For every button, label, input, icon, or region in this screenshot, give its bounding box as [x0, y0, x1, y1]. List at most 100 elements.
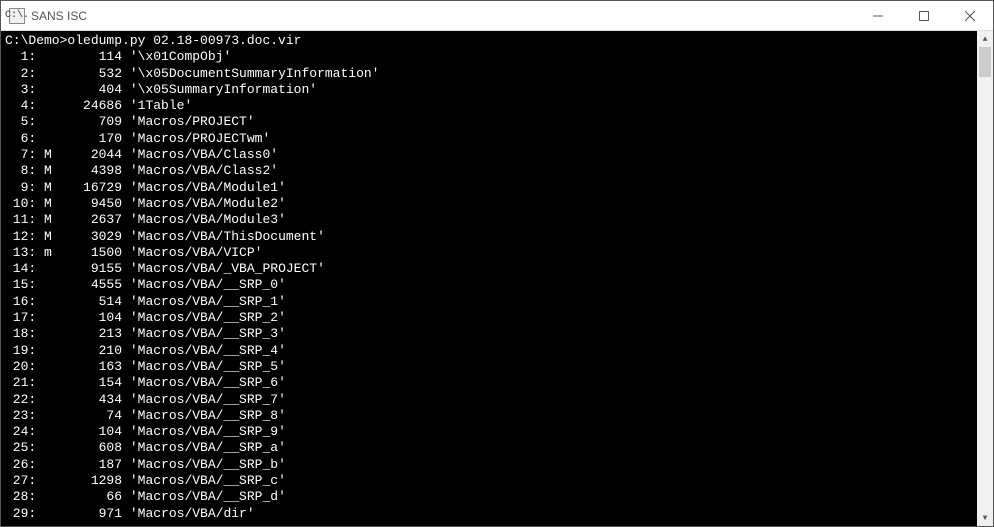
- row-flag: [44, 294, 60, 309]
- row-index: 21:: [5, 375, 44, 390]
- row-streamname: 'Macros/VBA/__SRP_4': [130, 343, 286, 358]
- row-streamname: 'Macros/VBA/VICP': [130, 245, 263, 260]
- row-index: 3:: [5, 82, 44, 97]
- row-flag: [44, 506, 60, 521]
- row-index: 6:: [5, 131, 44, 146]
- row-size: 709: [60, 114, 130, 129]
- row-streamname: 'Macros/VBA/Class2': [130, 163, 278, 178]
- row-flag: [44, 375, 60, 390]
- row-index: 19:: [5, 343, 44, 358]
- minimize-button[interactable]: [855, 1, 901, 30]
- row-size: 3029: [60, 229, 130, 244]
- output-row: 22: 434 'Macros/VBA/__SRP_7': [5, 392, 973, 408]
- scroll-down-arrow[interactable]: ▼: [977, 510, 993, 526]
- prompt: C:\Demo>: [5, 33, 67, 48]
- titlebar[interactable]: C:\. SANS ISC: [1, 1, 993, 31]
- row-streamname: '\x01CompObj': [130, 49, 231, 64]
- row-size: 4555: [60, 277, 130, 292]
- row-index: 22:: [5, 392, 44, 407]
- output-row: 21: 154 'Macros/VBA/__SRP_6': [5, 375, 973, 391]
- row-size: 9450: [60, 196, 130, 211]
- row-index: 16:: [5, 294, 44, 309]
- row-index: 12:: [5, 229, 44, 244]
- output-row: 17: 104 'Macros/VBA/__SRP_2': [5, 310, 973, 326]
- scrollbar-thumb[interactable]: [979, 47, 991, 77]
- row-size: 16729: [60, 180, 130, 195]
- output-row: 4: 24686 '1Table': [5, 98, 973, 114]
- output-row: 18: 213 'Macros/VBA/__SRP_3': [5, 326, 973, 342]
- row-flag: [44, 359, 60, 374]
- row-size: 514: [60, 294, 130, 309]
- row-size: 163: [60, 359, 130, 374]
- row-index: 15:: [5, 277, 44, 292]
- row-streamname: 'Macros/VBA/__SRP_c': [130, 473, 286, 488]
- row-index: 5:: [5, 114, 44, 129]
- output-row: 3: 404 '\x05SummaryInformation': [5, 82, 973, 98]
- row-streamname: 'Macros/VBA/__SRP_0': [130, 277, 286, 292]
- output-row: 25: 608 'Macros/VBA/__SRP_a': [5, 440, 973, 456]
- row-streamname: 'Macros/VBA/__SRP_3': [130, 326, 286, 341]
- row-index: 1:: [5, 49, 44, 64]
- output-row: 1: 114 '\x01CompObj': [5, 49, 973, 65]
- row-size: 1298: [60, 473, 130, 488]
- row-size: 434: [60, 392, 130, 407]
- row-index: 4:: [5, 98, 44, 113]
- maximize-button[interactable]: [901, 1, 947, 30]
- output-row: 9: M 16729 'Macros/VBA/Module1': [5, 180, 973, 196]
- row-flag: M: [44, 147, 60, 162]
- row-streamname: 'Macros/VBA/__SRP_a': [130, 440, 286, 455]
- row-index: 10:: [5, 196, 44, 211]
- row-flag: [44, 408, 60, 423]
- row-flag: [44, 49, 60, 64]
- vertical-scrollbar[interactable]: ▲ ▼: [977, 31, 993, 526]
- row-size: 2044: [60, 147, 130, 162]
- row-flag: M: [44, 196, 60, 211]
- row-size: 24686: [60, 98, 130, 113]
- close-icon: [965, 11, 975, 21]
- row-flag: [44, 392, 60, 407]
- row-index: 24:: [5, 424, 44, 439]
- output-row: 6: 170 'Macros/PROJECTwm': [5, 131, 973, 147]
- row-size: 74: [60, 408, 130, 423]
- output-row: 16: 514 'Macros/VBA/__SRP_1': [5, 294, 973, 310]
- output-row: 27: 1298 'Macros/VBA/__SRP_c': [5, 473, 973, 489]
- row-streamname: 'Macros/VBA/__SRP_8': [130, 408, 286, 423]
- output-row: 7: M 2044 'Macros/VBA/Class0': [5, 147, 973, 163]
- row-size: 532: [60, 66, 130, 81]
- row-flag: [44, 66, 60, 81]
- scrollbar-track[interactable]: [977, 47, 993, 510]
- row-index: 13:: [5, 245, 44, 260]
- row-size: 608: [60, 440, 130, 455]
- scroll-up-arrow[interactable]: ▲: [977, 31, 993, 47]
- row-streamname: 'Macros/VBA/__SRP_7': [130, 392, 286, 407]
- row-streamname: '1Table': [130, 98, 192, 113]
- row-index: 2:: [5, 66, 44, 81]
- row-streamname: '\x05DocumentSummaryInformation': [130, 66, 380, 81]
- row-size: 404: [60, 82, 130, 97]
- row-index: 23:: [5, 408, 44, 423]
- row-streamname: 'Macros/VBA/Module2': [130, 196, 286, 211]
- output-row: 19: 210 'Macros/VBA/__SRP_4': [5, 343, 973, 359]
- row-size: 170: [60, 131, 130, 146]
- row-size: 2637: [60, 212, 130, 227]
- row-streamname: 'Macros/VBA/__SRP_b': [130, 457, 286, 472]
- row-flag: [44, 457, 60, 472]
- row-flag: [44, 114, 60, 129]
- row-size: 213: [60, 326, 130, 341]
- row-index: 17:: [5, 310, 44, 325]
- row-streamname: '\x05SummaryInformation': [130, 82, 317, 97]
- console-output[interactable]: C:\Demo>oledump.py 02.18-00973.doc.vir 1…: [1, 31, 977, 526]
- output-row: 8: M 4398 'Macros/VBA/Class2': [5, 163, 973, 179]
- row-streamname: 'Macros/VBA/_VBA_PROJECT': [130, 261, 325, 276]
- row-flag: [44, 473, 60, 488]
- close-button[interactable]: [947, 1, 993, 30]
- row-streamname: 'Macros/PROJECT': [130, 114, 255, 129]
- row-flag: [44, 131, 60, 146]
- row-flag: [44, 82, 60, 97]
- window-title: SANS ISC: [31, 9, 855, 23]
- output-row: 11: M 2637 'Macros/VBA/Module3': [5, 212, 973, 228]
- row-streamname: 'Macros/VBA/__SRP_5': [130, 359, 286, 374]
- output-row: 23: 74 'Macros/VBA/__SRP_8': [5, 408, 973, 424]
- row-index: 18:: [5, 326, 44, 341]
- row-size: 9155: [60, 261, 130, 276]
